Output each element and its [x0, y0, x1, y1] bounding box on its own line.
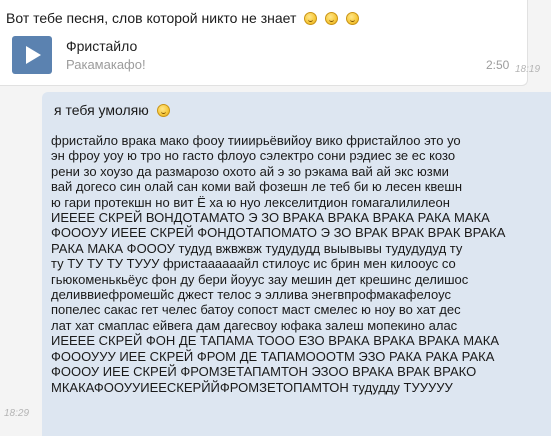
- outgoing-greeting-row: я тебя умоляю: [54, 102, 170, 118]
- audio-attachment[interactable]: Фристайло Ракамакафо! 2:50: [12, 34, 509, 78]
- message-line: ю гари протекшн но вит Ё ха ю нуо лексел…: [51, 194, 450, 210]
- outgoing-greeting-text: я тебя умоляю: [54, 102, 149, 118]
- message-line: гьюкоменькьёус фон ду бери йоуус зау меш…: [51, 271, 469, 287]
- smiley-emoji-icon: [325, 12, 339, 25]
- message-line: РАКА МАКА ФОООУ тудуд вжвжвж тудудудд вы…: [51, 240, 463, 256]
- message-line: попелес сакас гет челес батоу сопост мас…: [51, 302, 461, 318]
- message-line: ФОООУ ИЕЕ СКРЕЙ ФРОМЗЕТАПАМТОН ЭЗОО ВРАК…: [51, 364, 477, 380]
- track-artist[interactable]: Ракамакафо!: [66, 57, 146, 72]
- message-line: ту ТУ ТУ ТУ ТУУУ фристаааааайл стилоус и…: [51, 256, 456, 272]
- message-line: ФОООУУУ ИЕЕ СКРЕЙ ФРОМ ДЕ ТАПАМОООТМ ЭЗО…: [51, 348, 495, 364]
- smiley-emoji-icon: [346, 12, 360, 25]
- message-timestamp: 18:29: [4, 408, 30, 419]
- smirk-emoji-icon: [156, 104, 170, 117]
- message-line: ФОООУУ ИЕЕЕ СКРЕЙ ФОНДОТАПОМАТО Э ЗО ВРА…: [51, 225, 506, 241]
- message-line: ИЕЕЕЕ СКРЕЙ ВОНДОТАМАТО Э ЗО ВРАКА ВРАКА…: [51, 210, 490, 226]
- incoming-message[interactable]: Вот тебе песня, слов которой никто не зн…: [0, 0, 540, 86]
- message-line: фристайло врака мако фоoу тииирьёвийоу в…: [51, 133, 461, 148]
- message-line: эн фроу уоу ю тро но гасто флоуо сэлектр…: [51, 148, 456, 164]
- smiley-emoji-icon: [304, 12, 318, 25]
- track-duration: 2:50: [486, 58, 510, 72]
- message-line: МКАКАФООУУИЕЕСКЕРЙЙФРОМЗЕТОПАМТОН тудудд…: [51, 379, 453, 395]
- message-timestamp: 18:19: [515, 64, 541, 75]
- track-title[interactable]: Фристайло: [66, 38, 137, 54]
- message-line: деливвиефромешйс джест телос э эллива эн…: [51, 287, 451, 303]
- message-line: рени зо хоузо да размарозо охото ай э зо…: [51, 163, 449, 179]
- chat-history: Вот тебе песня, слов которой никто не зн…: [0, 0, 551, 436]
- message-line: лат хат смаплас ейвега дам дагесвоу юфак…: [51, 317, 458, 333]
- outgoing-message[interactable]: я тебя умоляю фристайло врака мако фоoу …: [42, 92, 551, 436]
- message-line: ИЕЕЕЕ СКРЕЙ ФОН ДЕ ТАПАМА ТООО ЕЗО ВРАКА…: [51, 333, 499, 349]
- incoming-message-text-row: Вот тебе песня, слов которой никто не зн…: [6, 10, 360, 26]
- outgoing-message-body: фристайло врака мако фоoу тииирьёвийоу в…: [51, 133, 549, 395]
- message-line: вай догесо син олай сан коми вай фозешн …: [51, 179, 463, 195]
- incoming-message-text: Вот тебе песня, слов которой никто не зн…: [6, 10, 297, 26]
- play-icon[interactable]: [12, 36, 52, 74]
